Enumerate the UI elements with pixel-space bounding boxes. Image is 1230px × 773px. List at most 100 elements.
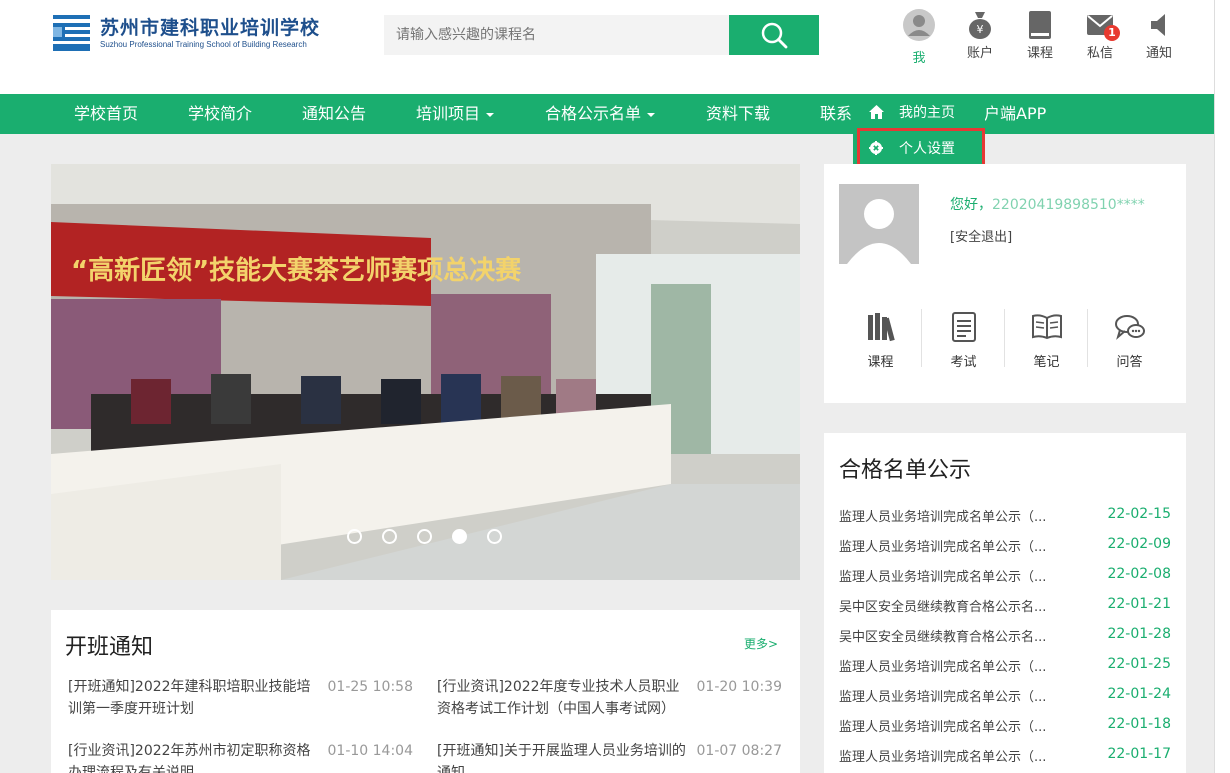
list-item[interactable]: 监理人员业务培训完成名单公示（... 22-01-18 (839, 716, 1171, 746)
carousel-dot[interactable] (487, 529, 502, 544)
exam-document-icon (922, 309, 1005, 345)
quick-link-qa[interactable]: 问答 (1088, 309, 1171, 370)
top-header: 苏州市建科职业培训学校 Suzhou Professional Training… (0, 0, 1214, 94)
nav-item-pass-list[interactable]: 合格公示名单 (545, 94, 656, 134)
nav-messages[interactable]: 1 私信 (1075, 8, 1125, 68)
search-bar (384, 15, 819, 55)
list-item-title: 监理人员业务培训完成名单公示（... (839, 720, 1047, 735)
carousel-dot-active[interactable] (452, 529, 467, 544)
list-item[interactable]: 监理人员业务培训完成名单公示（... 22-02-09 (839, 536, 1171, 566)
list-item[interactable]: 监理人员业务培训完成名单公示（... 22-01-17 (839, 746, 1171, 773)
greeting-text: 您好，22020419898510**** (950, 194, 1145, 214)
list-item[interactable]: 监理人员业务培训完成名单公示（... 22-02-15 (839, 506, 1171, 536)
notice-item-title: [开班通知]2022年建科职培职业技能培训第一季度开班计划 (68, 679, 311, 717)
notice-item-date: 01-20 10:39 (696, 679, 782, 695)
list-item-title: 监理人员业务培训完成名单公示（... (839, 540, 1047, 555)
list-item-title: 监理人员业务培训完成名单公示（... (839, 690, 1047, 705)
nav-courses-label: 课程 (1026, 46, 1053, 61)
list-item-title: 监理人员业务培训完成名单公示（... (839, 570, 1047, 585)
quick-link-courses[interactable]: 课程 (839, 309, 922, 370)
search-icon (761, 22, 788, 49)
nav-item-training[interactable]: 培训项目 (416, 94, 495, 134)
open-book-icon (1005, 309, 1088, 345)
carousel-dots (347, 529, 502, 544)
banner-photo: “高新匠领”技能大赛茶艺师赛项总决赛 (51, 164, 800, 580)
more-link[interactable]: 更多> (744, 635, 778, 652)
quick-link-courses-label: 课程 (867, 355, 894, 370)
books-icon (839, 309, 922, 345)
nav-notifications[interactable]: 通知 (1134, 8, 1184, 68)
list-item-date: 22-01-24 (1107, 686, 1171, 702)
list-item-date: 22-01-21 (1107, 596, 1171, 612)
quick-link-qa-label: 问答 (1116, 355, 1143, 370)
user-id-text: 22020419898510**** (992, 197, 1145, 213)
notice-item-date: 01-25 10:58 (327, 679, 413, 695)
notice-item-date: 01-07 08:27 (696, 743, 782, 759)
caret-down-icon (486, 112, 495, 117)
list-item[interactable]: 监理人员业务培训完成名单公示（... 22-01-25 (839, 656, 1171, 686)
book-icon (1015, 8, 1065, 42)
carousel-dot[interactable] (382, 529, 397, 544)
logo-chinese-name: 苏州市建科职业培训学校 (100, 16, 321, 39)
carousel-dot[interactable] (347, 529, 362, 544)
avatar[interactable] (839, 184, 919, 264)
list-item[interactable]: 监理人员业务培训完成名单公示（... 22-02-08 (839, 566, 1171, 596)
nav-item-contact[interactable]: 联系 (820, 94, 852, 134)
nav-me-label: 我 (912, 51, 926, 66)
nav-courses[interactable]: 课程 (1015, 8, 1065, 68)
safe-logout-link[interactable]: [安全退出] (950, 226, 1012, 245)
page-right-edge (1214, 0, 1230, 773)
list-item-date: 22-01-17 (1107, 746, 1171, 762)
dropdown-item-home[interactable]: 我的主页 (853, 94, 985, 130)
nav-item-announcements[interactable]: 通知公告 (302, 94, 366, 134)
list-item[interactable]: 吴中区安全员继续教育合格公示名... 22-01-21 (839, 596, 1171, 626)
list-item[interactable]: 吴中区安全员继续教育合格公示名... 22-01-28 (839, 626, 1171, 656)
list-item-date: 22-02-15 (1107, 506, 1171, 522)
svg-text:¥: ¥ (977, 23, 984, 36)
nav-item-downloads[interactable]: 资料下载 (706, 94, 770, 134)
pass-list-title: 合格名单公示 (839, 458, 972, 483)
money-bag-icon: ¥ (955, 8, 1005, 42)
search-input[interactable] (384, 15, 729, 55)
notice-title: 开班通知 (65, 635, 154, 660)
list-item-date: 22-01-25 (1107, 656, 1171, 672)
nav-item-about[interactable]: 学校简介 (188, 94, 252, 134)
nav-item-pass-list-label: 合格公示名单 (545, 104, 642, 123)
quick-link-notes-label: 笔记 (1033, 355, 1060, 370)
nav-item-home[interactable]: 学校首页 (74, 94, 138, 134)
nav-item-app[interactable]: 户端APP (984, 94, 1046, 134)
list-item-date: 22-01-18 (1107, 716, 1171, 732)
caret-down-icon (647, 112, 656, 117)
carousel-dot[interactable] (417, 529, 432, 544)
list-item-date: 22-01-28 (1107, 626, 1171, 642)
dropdown-item-home-label: 我的主页 (899, 105, 955, 121)
logo-mark-icon (53, 15, 90, 51)
banner-carousel[interactable]: “高新匠领”技能大赛茶艺师赛项总决赛 (51, 164, 800, 580)
nav-item-training-label: 培训项目 (416, 104, 481, 123)
speaker-icon (1134, 8, 1184, 42)
list-item[interactable]: 监理人员业务培训完成名单公示（... 22-01-24 (839, 686, 1171, 716)
notice-item-title: [开班通知]关于开展监理人员业务培训的通知 (437, 743, 686, 773)
list-item-title: 监理人员业务培训完成名单公示（... (839, 660, 1047, 675)
nav-notifications-label: 通知 (1145, 46, 1172, 61)
list-item-title: 吴中区安全员继续教育合格公示名... (839, 600, 1047, 615)
nav-messages-label: 私信 (1086, 46, 1113, 61)
pass-list-panel: 合格名单公示 监理人员业务培训完成名单公示（... 22-02-15 监理人员业务… (824, 433, 1186, 773)
profile-card: 您好，22020419898510**** [安全退出] 课程 考试 笔记 问答 (824, 164, 1186, 403)
notice-item-title: [行业资讯]2022年苏州市初定职称资格办理流程及有关说明 (68, 743, 311, 773)
main-navbar: 学校首页 学校简介 通知公告 培训项目 合格公示名单 资料下载 联系 户端APP (0, 94, 1214, 134)
nav-account[interactable]: ¥ 账户 (955, 8, 1005, 68)
search-button[interactable] (729, 15, 819, 55)
quick-link-exams-label: 考试 (950, 355, 977, 370)
quick-link-notes[interactable]: 笔记 (1005, 309, 1088, 370)
nav-me[interactable]: 我 (894, 8, 944, 68)
list-item-title: 吴中区安全员继续教育合格公示名... (839, 630, 1047, 645)
quick-link-exams[interactable]: 考试 (922, 309, 1005, 370)
logo-english-name: Suzhou Professional Training School of B… (100, 39, 307, 49)
list-item-title: 监理人员业务培训完成名单公示（... (839, 510, 1047, 525)
nav-account-label: 账户 (966, 46, 993, 61)
school-logo[interactable]: 苏州市建科职业培训学校 Suzhou Professional Training… (53, 14, 320, 52)
list-item-date: 22-02-09 (1107, 536, 1171, 552)
list-item-date: 22-02-08 (1107, 566, 1171, 582)
user-icon (894, 8, 944, 42)
